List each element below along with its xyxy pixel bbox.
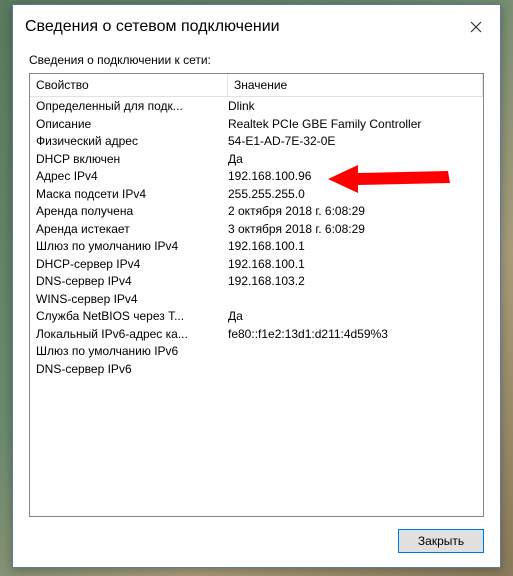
property-cell: DHCP включен: [36, 151, 228, 169]
table-row[interactable]: DHCP-сервер IPv4192.168.100.1: [30, 256, 483, 274]
value-cell: Да: [228, 151, 483, 169]
property-cell: Шлюз по умолчанию IPv4: [36, 238, 228, 256]
value-cell: 192.168.103.2: [228, 273, 483, 291]
table-row[interactable]: ОписаниеRealtek PCIe GBE Family Controll…: [30, 116, 483, 134]
property-cell: Физический адрес: [36, 133, 228, 151]
column-header-value[interactable]: Значение: [228, 74, 483, 96]
value-cell: 192.168.100.1: [228, 256, 483, 274]
property-cell: Описание: [36, 116, 228, 134]
list-rows: Определенный для подк...DlinkОписаниеRea…: [30, 97, 483, 378]
property-cell: Аренда истекает: [36, 221, 228, 239]
value-cell: 192.168.100.96: [228, 168, 483, 186]
property-cell: Маска подсети IPv4: [36, 186, 228, 204]
column-header-property[interactable]: Свойство: [30, 74, 228, 96]
titlebar: Сведения о сетевом подключении: [13, 5, 500, 45]
table-row[interactable]: Шлюз по умолчанию IPv4192.168.100.1: [30, 238, 483, 256]
property-cell: Аренда получена: [36, 203, 228, 221]
table-row[interactable]: Локальный IPv6-адрес ка...fe80::f1e2:13d…: [30, 326, 483, 344]
value-cell: 3 октября 2018 г. 6:08:29: [228, 221, 483, 239]
table-row[interactable]: DHCP включенДа: [30, 151, 483, 169]
details-list: Свойство Значение Определенный для подк.…: [29, 73, 484, 517]
value-cell: fe80::f1e2:13d1:d211:4d59%3: [228, 326, 483, 344]
table-row[interactable]: Физический адрес54-E1-AD-7E-32-0E: [30, 133, 483, 151]
property-cell: DHCP-сервер IPv4: [36, 256, 228, 274]
value-cell: 2 октября 2018 г. 6:08:29: [228, 203, 483, 221]
value-cell: Да: [228, 308, 483, 326]
table-row[interactable]: Адрес IPv4192.168.100.96: [30, 168, 483, 186]
window-title: Сведения о сетевом подключении: [25, 18, 464, 36]
value-cell: [228, 291, 483, 309]
button-bar: Закрыть: [13, 517, 500, 567]
property-cell: DNS-сервер IPv6: [36, 361, 228, 379]
close-button[interactable]: Закрыть: [398, 529, 484, 553]
close-icon[interactable]: [464, 15, 488, 39]
table-row[interactable]: Аренда истекает3 октября 2018 г. 6:08:29: [30, 221, 483, 239]
value-cell: 192.168.100.1: [228, 238, 483, 256]
property-cell: Адрес IPv4: [36, 168, 228, 186]
property-cell: Определенный для подк...: [36, 98, 228, 116]
table-row[interactable]: Маска подсети IPv4255.255.255.0: [30, 186, 483, 204]
table-row[interactable]: DNS-сервер IPv6: [30, 361, 483, 379]
table-row[interactable]: Служба NetBIOS через T...Да: [30, 308, 483, 326]
value-cell: [228, 343, 483, 361]
property-cell: Служба NetBIOS через T...: [36, 308, 228, 326]
list-header: Свойство Значение: [30, 74, 483, 97]
value-cell: Realtek PCIe GBE Family Controller: [228, 116, 483, 134]
property-cell: DNS-сервер IPv4: [36, 273, 228, 291]
table-row[interactable]: Аренда получена2 октября 2018 г. 6:08:29: [30, 203, 483, 221]
subtitle-label: Сведения о подключении к сети:: [13, 45, 500, 71]
table-row[interactable]: Определенный для подк...Dlink: [30, 98, 483, 116]
value-cell: 54-E1-AD-7E-32-0E: [228, 133, 483, 151]
table-row[interactable]: WINS-сервер IPv4: [30, 291, 483, 309]
dialog-window: Сведения о сетевом подключении Сведения …: [12, 4, 501, 568]
value-cell: [228, 361, 483, 379]
table-row[interactable]: DNS-сервер IPv4192.168.103.2: [30, 273, 483, 291]
property-cell: Шлюз по умолчанию IPv6: [36, 343, 228, 361]
property-cell: Локальный IPv6-адрес ка...: [36, 326, 228, 344]
table-row[interactable]: Шлюз по умолчанию IPv6: [30, 343, 483, 361]
value-cell: 255.255.255.0: [228, 186, 483, 204]
property-cell: WINS-сервер IPv4: [36, 291, 228, 309]
value-cell: Dlink: [228, 98, 483, 116]
